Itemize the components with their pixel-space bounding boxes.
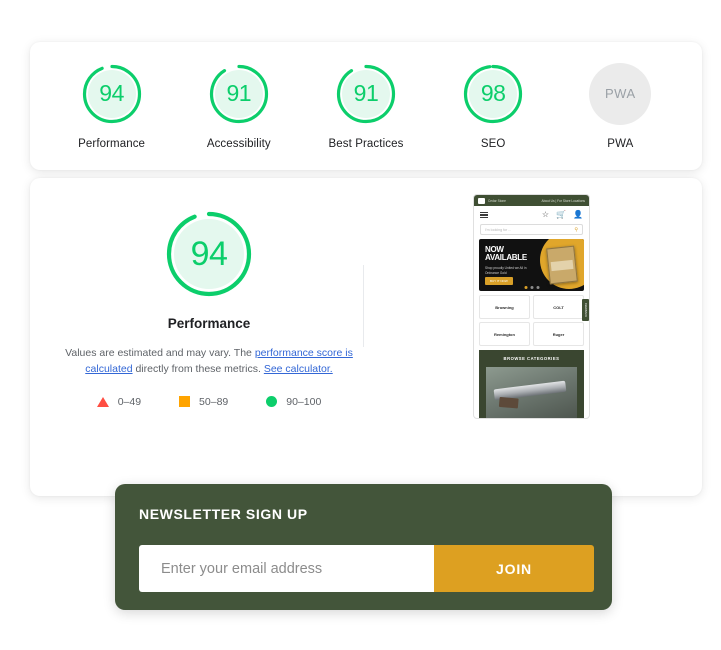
performance-large-score-value: 94 [190, 235, 228, 273]
performance-label: Performance [78, 137, 146, 150]
section-divider [363, 265, 364, 347]
join-button[interactable]: JOIN [434, 545, 594, 592]
site-logo-icon [478, 197, 485, 204]
hero-cta-button: BUY IT NOW [485, 277, 513, 285]
brand-tile: Remington [479, 322, 530, 346]
screenshot-hero-banner: NOW AVAILABLE Shop proudly United we All … [479, 239, 584, 291]
performance-large-ring-icon: 94 [163, 208, 255, 300]
brand-tile: COLT [533, 295, 584, 319]
pwa-badge-icon: PWA [589, 62, 652, 125]
feedback-side-tab: FEEDBACK [582, 299, 589, 321]
best-practices-label: Best Practices [328, 137, 404, 150]
hero-title: NOW AVAILABLE [485, 245, 527, 263]
accessibility-label: Accessibility [206, 137, 271, 150]
score-summary-card: 94 Performance 91 Accessibility 91 Best … [30, 42, 702, 170]
gauge-accessibility[interactable]: 91 Accessibility [180, 63, 298, 150]
email-field[interactable] [139, 545, 434, 592]
triangle-icon [96, 396, 109, 407]
score-gauge-row: 94 Performance 91 Accessibility 91 Best … [30, 42, 702, 170]
newsletter-signup-panel: NEWSLETTER SIGN UP JOIN [115, 484, 612, 610]
score-legend: 0–49 50–89 90–100 [96, 395, 321, 408]
best-practices-score-value: 91 [353, 80, 379, 106]
screenshot-topbar-links: About Us | For Store Locations [541, 198, 585, 203]
legend-item-average: 50–89 [179, 396, 228, 408]
brand-tile: Ruger [533, 322, 584, 346]
performance-large-label: Performance [167, 316, 251, 331]
screenshot-nav-icons: ☆ 🛒 👤 [542, 211, 583, 219]
gauge-best-practices[interactable]: 91 Best Practices [307, 63, 425, 150]
screenshot-brand-tiles: Browning COLT Remington Ruger FEEDBACK [479, 295, 589, 346]
lighthouse-report-page: 94 Performance 91 Accessibility 91 Best … [0, 0, 721, 650]
hero-carousel-dots [524, 286, 539, 289]
screenshot-navbar: ☆ 🛒 👤 [474, 206, 589, 224]
performance-ring-icon: 94 [81, 63, 143, 125]
search-icon: ⚲ [574, 226, 578, 233]
screenshot-brand-name: Cedar Stone [488, 198, 506, 203]
gauge-performance[interactable]: 94 Performance [53, 63, 171, 150]
hamburger-menu-icon [480, 211, 488, 219]
screenshot-browse-categories: BROWSE CATEGORIES [479, 350, 584, 418]
user-icon: 👤 [573, 210, 583, 219]
circle-icon [266, 396, 278, 408]
gauge-seo[interactable]: 98 SEO [434, 63, 552, 150]
hero-title-line2: AVAILABLE [485, 253, 527, 263]
hero-product-image [546, 245, 578, 285]
newsletter-form: JOIN [139, 545, 594, 592]
description-text-part1: Values are estimated and may vary. The [65, 347, 255, 359]
screenshot-topbar: Cedar Stone About Us | For Store Locatio… [474, 195, 589, 206]
browse-categories-title: BROWSE CATEGORIES [503, 356, 560, 361]
star-icon: ☆ [541, 210, 550, 219]
gauge-pwa[interactable]: PWA PWA [561, 62, 679, 150]
hero-subtitle: Shop proudly United we All in Ordnance G… [485, 266, 527, 275]
best-practices-ring-icon: 91 [335, 63, 397, 125]
page-screenshot-thumbnail[interactable]: Cedar Stone About Us | For Store Locatio… [473, 194, 590, 419]
legend-range-pass: 90–100 [286, 395, 322, 408]
seo-label: SEO [480, 137, 506, 150]
legend-item-pass: 90–100 [266, 396, 321, 408]
seo-ring-icon: 98 [462, 63, 524, 125]
accessibility-score-value: 91 [226, 80, 252, 106]
legend-item-fail: 0–49 [96, 395, 142, 408]
square-icon [179, 396, 191, 408]
performance-description: Values are estimated and may vary. The p… [64, 345, 354, 378]
legend-range-average: 50–89 [199, 395, 229, 408]
performance-score-value: 94 [99, 80, 124, 106]
screenshot-search-placeholder: I'm looking for ... [485, 227, 512, 232]
performance-detail-left: 94 Performance Values are estimated and … [44, 208, 374, 408]
screenshot-search-input: I'm looking for ... ⚲ [480, 224, 583, 235]
legend-range-fail: 0–49 [117, 395, 142, 408]
newsletter-title: NEWSLETTER SIGN UP [139, 506, 308, 522]
seo-score-value: 98 [480, 80, 506, 106]
description-text-part2: directly from these metrics. [132, 363, 264, 376]
brand-tile: Browning [479, 295, 530, 319]
accessibility-ring-icon: 91 [208, 63, 270, 125]
cart-icon: 🛒 [556, 210, 567, 219]
pwa-label: PWA [607, 137, 634, 150]
category-product-photo [486, 367, 577, 418]
see-calculator-link[interactable]: See calculator. [264, 363, 333, 375]
performance-detail-card: 94 Performance Values are estimated and … [30, 178, 702, 496]
